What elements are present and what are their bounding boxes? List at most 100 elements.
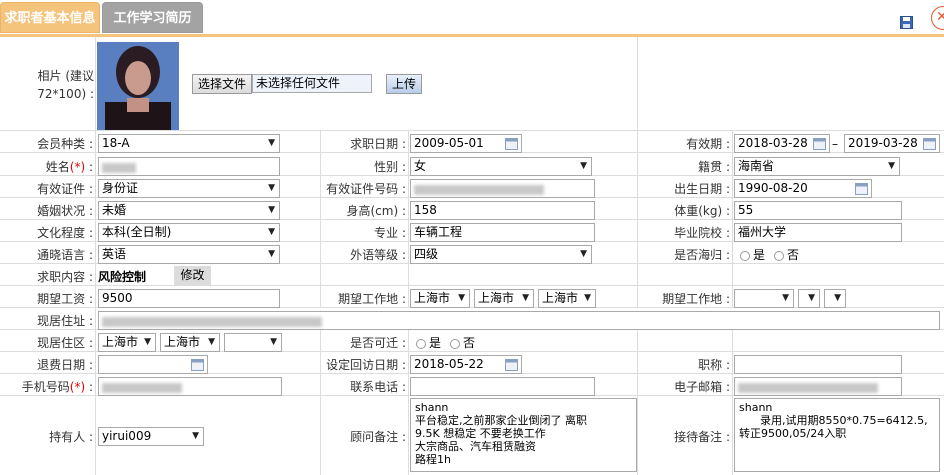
foreign-level-value: 四级 xyxy=(414,247,439,261)
current-district-select[interactable]: ▼ xyxy=(224,333,282,352)
expected-province-select[interactable]: 上海市 ▼ xyxy=(410,289,470,308)
overseas-radio-yes[interactable]: 是 xyxy=(740,246,765,263)
reception-note-textarea[interactable]: shann 录用,试用期8550*0.75=6412.5, 转正9500,05/… xyxy=(734,398,940,472)
reception-note-label: 接待备注 : xyxy=(674,430,730,444)
school-label: 毕业院校 : xyxy=(674,226,730,240)
current-city-select[interactable]: 上海市 ▼ xyxy=(160,333,220,352)
applicant-form: 相片 (建议72*100) : 选择文件 未选择任何文件 上传 会员种类 : 1… xyxy=(0,34,944,475)
member-type-select[interactable]: 18-A ▼ xyxy=(98,134,280,153)
withdraw-date-label: 退费日期 : xyxy=(37,358,93,372)
phone-input[interactable] xyxy=(410,377,595,396)
native-place-select[interactable]: 海南省 ▼ xyxy=(734,157,900,176)
overseas-label: 是否海归 : xyxy=(674,248,730,262)
relocate-radio-yes[interactable]: 是 xyxy=(416,334,441,351)
valid-to-value: 2019-03-28 xyxy=(848,136,918,150)
school-input[interactable]: 福州大学 xyxy=(734,223,902,242)
current-province-select[interactable]: 上海市 ▼ xyxy=(98,333,156,352)
email-input[interactable] xyxy=(734,377,902,396)
title-label: 职称 : xyxy=(698,358,730,372)
address-label: 现居住址 : xyxy=(37,314,93,328)
language-select[interactable]: 英语 ▼ xyxy=(98,245,280,264)
expected-district-select[interactable]: 上海市 ▼ xyxy=(538,289,596,308)
revisit-date-value: 2018-05-22 xyxy=(414,357,484,371)
job-date-input[interactable]: 2009-05-01 xyxy=(410,134,522,153)
edit-job-content-button[interactable]: 修改 xyxy=(174,266,211,286)
member-type-value: 18-A xyxy=(102,136,130,150)
expected-city-select[interactable]: 上海市 ▼ xyxy=(474,289,534,308)
job-date-value: 2009-05-01 xyxy=(414,136,484,150)
birth-date-value: 1990-08-20 xyxy=(738,181,808,195)
revisit-date-input[interactable]: 2018-05-22 xyxy=(410,355,522,374)
name-label: 姓名(*) : xyxy=(45,160,93,174)
language-label: 通晓语言 : xyxy=(37,248,93,262)
member-type-label: 会员种类 : xyxy=(37,137,93,151)
tab-basic-info[interactable]: 求职者基本信息 xyxy=(0,2,100,33)
calendar-icon[interactable] xyxy=(813,137,826,150)
applicant-photo xyxy=(97,42,179,130)
current-area-label: 现居住区 : xyxy=(37,336,93,350)
revisit-date-label: 设定回访日期 : xyxy=(326,358,406,372)
photo-label: 相片 (建议72*100) : xyxy=(37,69,94,101)
tab-work-history[interactable]: 工作学习简历 xyxy=(102,2,203,33)
title-input[interactable] xyxy=(734,355,902,374)
calendar-icon[interactable] xyxy=(855,182,868,195)
weight-label: 体重(kg) : xyxy=(674,204,730,218)
marital-select[interactable]: 未婚 ▼ xyxy=(98,201,280,220)
upload-button[interactable]: 上传 xyxy=(386,74,422,94)
calendar-icon[interactable] xyxy=(505,358,518,371)
email-label: 电子邮箱 : xyxy=(674,380,730,394)
relocate-radio-no[interactable]: 否 xyxy=(450,334,475,351)
id-type-select[interactable]: 身份证 ▼ xyxy=(98,179,280,198)
language-value: 英语 xyxy=(102,247,127,261)
major-label: 专业 : xyxy=(374,226,406,240)
id-number-input[interactable] xyxy=(410,179,595,198)
marital-label: 婚姻状况 : xyxy=(37,204,93,218)
height-input[interactable]: 158 xyxy=(410,201,595,220)
calendar-icon[interactable] xyxy=(923,137,936,150)
name-input[interactable] xyxy=(98,157,280,176)
calendar-icon[interactable] xyxy=(191,358,204,371)
expected-location2-city-select[interactable]: ▼ xyxy=(798,289,820,308)
valid-from-input[interactable]: 2018-03-28 xyxy=(734,134,830,153)
choose-file-button[interactable]: 选择文件 xyxy=(192,74,252,94)
tab-bar: 求职者基本信息 工作学习简历 ✕ xyxy=(0,0,944,34)
id-number-label: 有效证件号码 : xyxy=(326,182,406,196)
education-select[interactable]: 本科(全日制) ▼ xyxy=(98,223,280,242)
expected-location2-label: 期望工作地 : xyxy=(662,292,730,306)
education-value: 本科(全日制) xyxy=(102,225,172,239)
job-content-label: 求职内容 : xyxy=(37,270,93,284)
salary-input[interactable]: 9500 xyxy=(98,289,280,308)
birth-date-label: 出生日期 : xyxy=(674,182,730,196)
gender-label: 性别 : xyxy=(374,160,406,174)
valid-from-value: 2018-03-28 xyxy=(738,136,808,150)
mobile-input[interactable] xyxy=(98,377,282,396)
birth-date-input[interactable]: 1990-08-20 xyxy=(734,179,872,198)
marital-value: 未婚 xyxy=(102,203,127,217)
foreign-level-select[interactable]: 四级 ▼ xyxy=(410,245,592,264)
owner-label: 持有人 : xyxy=(49,430,93,444)
native-place-value: 海南省 xyxy=(738,159,775,173)
owner-select[interactable]: yirui009 ▼ xyxy=(98,427,204,446)
calendar-icon[interactable] xyxy=(505,137,518,150)
save-icon[interactable] xyxy=(900,16,913,29)
weight-input[interactable]: 55 xyxy=(734,201,902,220)
address-input[interactable] xyxy=(98,311,940,330)
relocate-label: 是否可迁 : xyxy=(350,336,406,350)
expected-location2-district-select[interactable]: ▼ xyxy=(824,289,846,308)
expected-location-label: 期望工作地 : xyxy=(338,292,406,306)
id-type-value: 身份证 xyxy=(102,181,139,195)
withdraw-date-input[interactable] xyxy=(98,355,208,374)
valid-to-input[interactable]: 2019-03-28 xyxy=(844,134,940,153)
owner-value: yirui009 xyxy=(102,429,152,443)
expected-location2-province-select[interactable]: ▼ xyxy=(734,289,794,308)
gender-select[interactable]: 女 ▼ xyxy=(410,157,592,176)
consultant-note-textarea[interactable]: shann 平台稳定,之前那家企业倒闭了 离职 9.5K 想稳定 不要老换工作 … xyxy=(410,398,637,472)
job-content-value: 风险控制 xyxy=(98,270,147,284)
education-label: 文化程度 : xyxy=(37,226,93,240)
height-label: 身高(cm) : xyxy=(346,204,406,218)
consultant-note-label: 顾问备注 : xyxy=(350,430,406,444)
major-input[interactable]: 车辆工程 xyxy=(410,223,595,242)
close-icon[interactable]: ✕ xyxy=(931,6,944,30)
overseas-radio-no[interactable]: 否 xyxy=(774,246,799,263)
mobile-label: 手机号码(*) : xyxy=(21,380,93,394)
